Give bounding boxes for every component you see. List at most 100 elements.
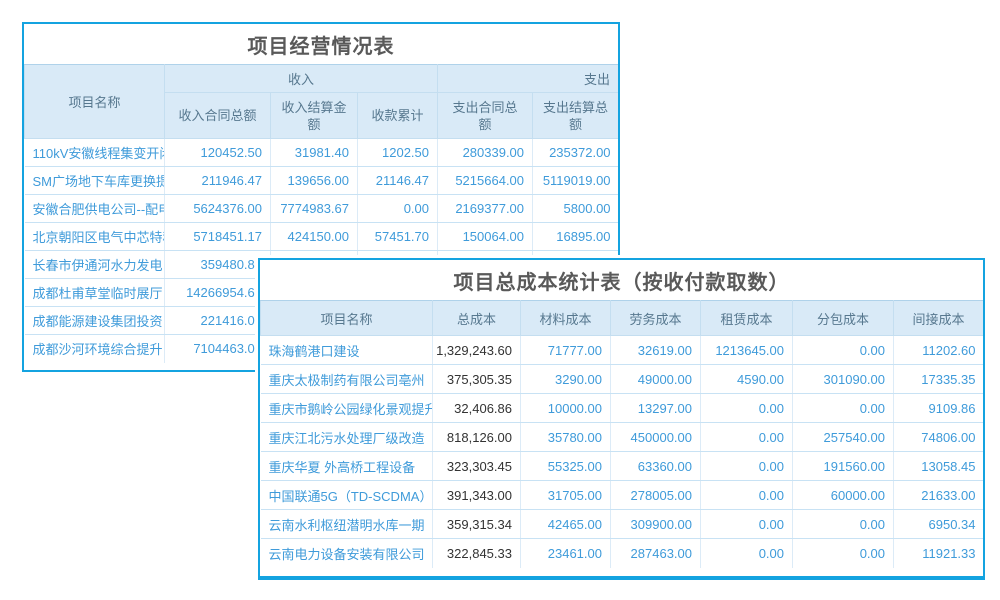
amount-cell[interactable]: 0.00 (793, 394, 894, 423)
amount-cell[interactable]: 14266954.67 (165, 279, 271, 307)
amount-cell[interactable]: 74806.00 (894, 423, 984, 452)
project-name-link[interactable]: SM广场地下车库更换提升 (25, 167, 165, 195)
amount-cell[interactable]: 5800.00 (533, 195, 619, 223)
cost-table: 项目名称 总成本 材料成本 劳务成本 租赁成本 分包成本 间接成本 珠海鹤港口建… (260, 300, 984, 568)
table-row: 重庆华夏 外高桥工程设备 323,303.45 55325.00 63360.0… (261, 452, 984, 481)
amount-cell[interactable]: 0.00 (701, 481, 793, 510)
operation-table-title: 项目经营情况表 (24, 24, 618, 64)
table-row: 重庆太极制药有限公司亳州 375,305.35 3290.00 49000.00… (261, 365, 984, 394)
amount-cell[interactable]: 32619.00 (611, 336, 701, 365)
amount-cell[interactable]: 120452.50 (165, 139, 271, 167)
column-header-subcontract-cost: 分包成本 (793, 301, 894, 336)
amount-cell[interactable]: 301090.00 (793, 365, 894, 394)
project-name-link[interactable]: 成都杜甫草堂临时展厅 (25, 279, 165, 307)
cost-table-title: 项目总成本统计表（按收付款取数） (260, 260, 983, 300)
amount-cell[interactable]: 257540.00 (793, 423, 894, 452)
amount-cell[interactable]: 191560.00 (793, 452, 894, 481)
amount-cell[interactable]: 21633.00 (894, 481, 984, 510)
amount-cell[interactable]: 60000.00 (793, 481, 894, 510)
amount-cell[interactable]: 16895.00 (533, 223, 619, 251)
project-name-link[interactable]: 重庆市鹅岭公园绿化景观提升 (261, 394, 433, 423)
amount-cell[interactable]: 31981.40 (271, 139, 358, 167)
amount-cell[interactable]: 9109.86 (894, 394, 984, 423)
amount-cell[interactable]: 5624376.00 (165, 195, 271, 223)
project-name-link[interactable]: 成都能源建设集团投资 (25, 307, 165, 335)
amount-cell[interactable]: 287463.00 (611, 539, 701, 568)
amount-cell[interactable]: 63360.00 (611, 452, 701, 481)
amount-cell[interactable]: 5718451.17 (165, 223, 271, 251)
amount-cell[interactable]: 31705.00 (521, 481, 611, 510)
project-name-link[interactable]: 云南水利枢纽潜明水库一期 (261, 510, 433, 539)
amount-cell[interactable]: 4590.00 (701, 365, 793, 394)
amount-cell[interactable]: 2169377.00 (438, 195, 533, 223)
column-header-rental-cost: 租赁成本 (701, 301, 793, 336)
amount-cell[interactable]: 49000.00 (611, 365, 701, 394)
amount-cell[interactable]: 0.00 (701, 452, 793, 481)
project-name-link[interactable]: 重庆华夏 外高桥工程设备 (261, 452, 433, 481)
amount-cell[interactable]: 11921.33 (894, 539, 984, 568)
total-cost-cell: 391,343.00 (433, 481, 521, 510)
project-name-link[interactable]: 重庆江北污水处理厂级改造 (261, 423, 433, 452)
table-row: 安徽合肥供电公司--配电网 5624376.00 7774983.67 0.00… (25, 195, 619, 223)
amount-cell[interactable]: 235372.00 (533, 139, 619, 167)
amount-cell[interactable]: 221416.04 (165, 307, 271, 335)
project-name-link[interactable]: 110kV安徽线程集变开闭 (25, 139, 165, 167)
amount-cell[interactable]: 42465.00 (521, 510, 611, 539)
table-row: 110kV安徽线程集变开闭 120452.50 31981.40 1202.50… (25, 139, 619, 167)
amount-cell[interactable]: 359480.89 (165, 251, 271, 279)
project-name-link[interactable]: 云南电力设备安装有限公司 (261, 539, 433, 568)
amount-cell[interactable]: 211946.47 (165, 167, 271, 195)
amount-cell[interactable]: 10000.00 (521, 394, 611, 423)
amount-cell[interactable]: 0.00 (701, 539, 793, 568)
project-name-link[interactable]: 重庆太极制药有限公司亳州 (261, 365, 433, 394)
amount-cell[interactable]: 21146.47 (358, 167, 438, 195)
amount-cell[interactable]: 0.00 (793, 336, 894, 365)
amount-cell[interactable]: 57451.70 (358, 223, 438, 251)
amount-cell[interactable]: 1213645.00 (701, 336, 793, 365)
project-name-link[interactable]: 北京朝阳区电气中芯特种 (25, 223, 165, 251)
amount-cell[interactable]: 309900.00 (611, 510, 701, 539)
table-row: 重庆市鹅岭公园绿化景观提升 32,406.86 10000.00 13297.0… (261, 394, 984, 423)
amount-cell[interactable]: 23461.00 (521, 539, 611, 568)
total-cost-cell: 818,126.00 (433, 423, 521, 452)
amount-cell[interactable]: 0.00 (793, 539, 894, 568)
column-header: 收入结算金额 (271, 93, 358, 139)
amount-cell[interactable]: 17335.35 (894, 365, 984, 394)
amount-cell[interactable]: 0.00 (793, 510, 894, 539)
amount-cell[interactable]: 5119019.00 (533, 167, 619, 195)
project-name-link[interactable]: 珠海鹤港口建设 (261, 336, 433, 365)
amount-cell[interactable]: 0.00 (701, 510, 793, 539)
amount-cell[interactable]: 278005.00 (611, 481, 701, 510)
amount-cell[interactable]: 0.00 (701, 394, 793, 423)
amount-cell[interactable]: 1202.50 (358, 139, 438, 167)
project-name-link[interactable]: 安徽合肥供电公司--配电网 (25, 195, 165, 223)
amount-cell[interactable]: 6950.34 (894, 510, 984, 539)
project-name-link[interactable]: 成都沙河环境综合提升 (25, 335, 165, 363)
amount-cell[interactable]: 7104463.00 (165, 335, 271, 363)
total-cost-cell: 323,303.45 (433, 452, 521, 481)
amount-cell[interactable]: 280339.00 (438, 139, 533, 167)
total-cost-cell: 375,305.35 (433, 365, 521, 394)
amount-cell[interactable]: 450000.00 (611, 423, 701, 452)
column-header-total-cost: 总成本 (433, 301, 521, 336)
amount-cell[interactable]: 7774983.67 (271, 195, 358, 223)
amount-cell[interactable]: 139656.00 (271, 167, 358, 195)
amount-cell[interactable]: 424150.00 (271, 223, 358, 251)
amount-cell[interactable]: 3290.00 (521, 365, 611, 394)
amount-cell[interactable]: 150064.00 (438, 223, 533, 251)
total-cost-cell: 322,845.33 (433, 539, 521, 568)
table-row: 云南电力设备安装有限公司 322,845.33 23461.00 287463.… (261, 539, 984, 568)
amount-cell[interactable]: 13297.00 (611, 394, 701, 423)
project-name-link[interactable]: 长春市伊通河水力发电 (25, 251, 165, 279)
amount-cell[interactable]: 55325.00 (521, 452, 611, 481)
project-name-link[interactable]: 中国联通5G（TD-SCDMA） (261, 481, 433, 510)
amount-cell[interactable]: 0.00 (701, 423, 793, 452)
total-cost-report-card: 项目总成本统计表（按收付款取数） 项目名称 总成本 材料成本 劳务成本 租赁成本… (258, 258, 985, 580)
amount-cell[interactable]: 11202.60 (894, 336, 984, 365)
group-header-income: 收入 (165, 65, 438, 93)
amount-cell[interactable]: 0.00 (358, 195, 438, 223)
amount-cell[interactable]: 35780.00 (521, 423, 611, 452)
amount-cell[interactable]: 71777.00 (521, 336, 611, 365)
amount-cell[interactable]: 13058.45 (894, 452, 984, 481)
amount-cell[interactable]: 5215664.00 (438, 167, 533, 195)
